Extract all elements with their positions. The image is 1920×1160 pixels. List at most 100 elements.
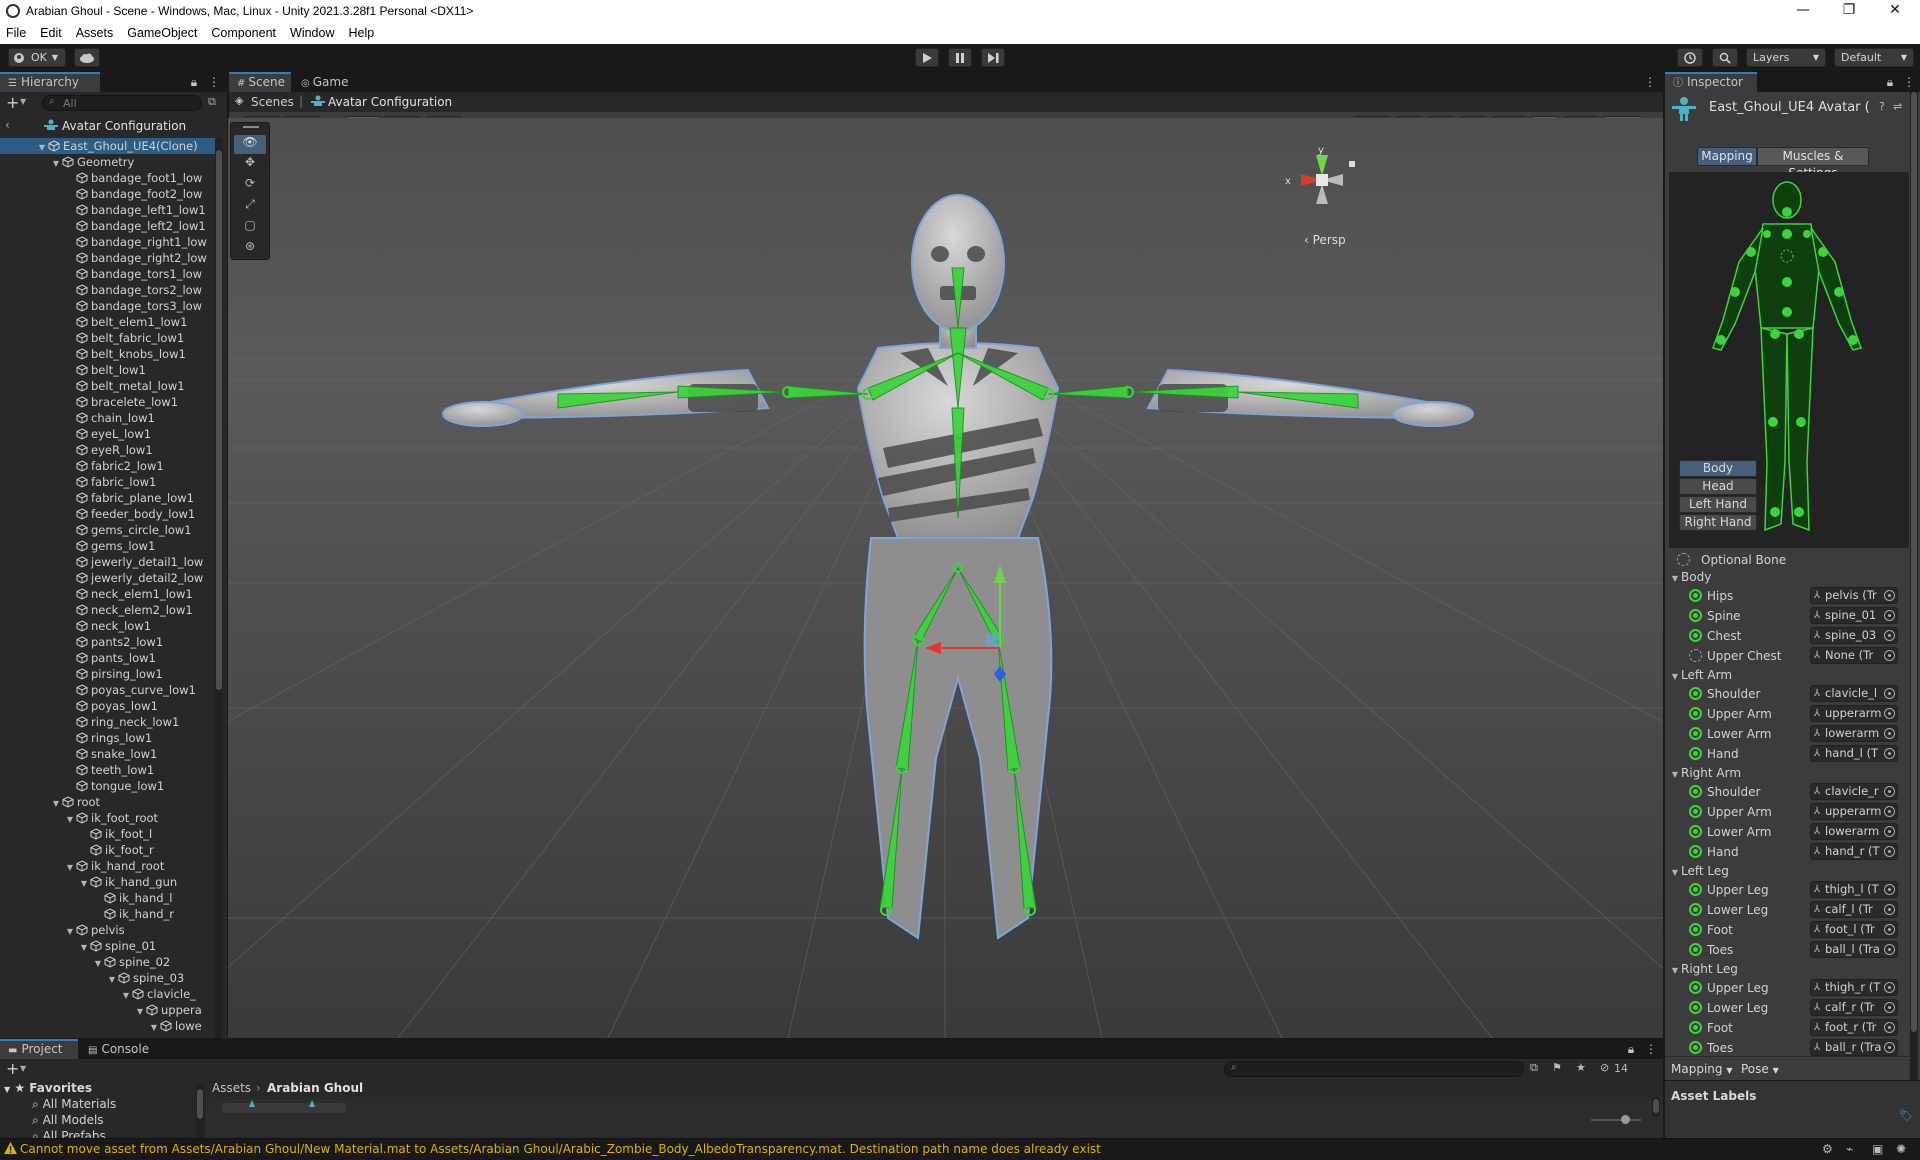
- foldout-arrow-icon[interactable]: ▼: [106, 972, 118, 986]
- object-picker-icon[interactable]: [1884, 688, 1895, 699]
- hierarchy-row[interactable]: ik_foot_l: [0, 826, 217, 842]
- hierarchy-row[interactable]: belt_fabric_low1: [0, 330, 217, 346]
- thumbnail-size-slider[interactable]: [1591, 1115, 1641, 1124]
- close-button[interactable]: ✕: [1872, 0, 1918, 22]
- object-picker-icon[interactable]: [1884, 610, 1895, 621]
- bone-object-field[interactable]: ⅄ ball_l (Tra: [1810, 941, 1898, 958]
- bone-object-field[interactable]: ⅄ upperarm: [1810, 803, 1898, 820]
- inspector-scrollbar[interactable]: [1910, 92, 1918, 1092]
- scene-filter-icon[interactable]: ⧉: [208, 95, 216, 109]
- scrollbar-thumb[interactable]: [1911, 92, 1917, 1032]
- bone-object-field[interactable]: ⅄ lowerarm: [1810, 725, 1898, 742]
- pose-dropdown[interactable]: Pose ▼: [1741, 1062, 1779, 1076]
- hierarchy-row[interactable]: ik_foot_r: [0, 842, 217, 858]
- hierarchy-row[interactable]: gems_low1: [0, 538, 217, 554]
- favorite-all-prefabs[interactable]: ⌕ All Prefabs: [32, 1129, 106, 1138]
- object-picker-icon[interactable]: [1884, 806, 1895, 817]
- hierarchy-row[interactable]: gems_circle_low1: [0, 522, 217, 538]
- bone-object-field[interactable]: ⅄ foot_r (Tr: [1810, 1019, 1898, 1036]
- hierarchy-row[interactable]: ▼ clavicle_: [0, 986, 217, 1002]
- foldout-arrow-icon[interactable]: ▼: [78, 940, 90, 954]
- account-dropdown[interactable]: OK ▼: [8, 48, 66, 67]
- more-options-icon[interactable]: ⋮: [1645, 1042, 1657, 1056]
- hierarchy-search-input[interactable]: ⌕ All: [42, 95, 202, 111]
- lock-icon[interactable]: 🔒︎: [1885, 75, 1895, 89]
- hidden-packages-icon[interactable]: ⊘: [1600, 1061, 1609, 1074]
- object-picker-icon[interactable]: [1884, 786, 1895, 797]
- object-picker-icon[interactable]: [1884, 924, 1895, 935]
- menu-window[interactable]: Window: [290, 26, 334, 40]
- move-tool-icon[interactable]: ✥: [234, 155, 266, 174]
- hierarchy-row[interactable]: eyeL_low1: [0, 426, 217, 442]
- menu-file[interactable]: File: [6, 26, 26, 40]
- hierarchy-row[interactable]: ▼ root: [0, 794, 217, 810]
- project-search-input[interactable]: ⌕: [1224, 1061, 1524, 1077]
- body-part-left-hand-button[interactable]: Left Hand: [1679, 496, 1757, 513]
- hierarchy-row[interactable]: bandage_foot1_low: [0, 170, 217, 186]
- hierarchy-row[interactable]: ▼ East_Ghoul_UE4(Clone): [0, 138, 217, 154]
- hierarchy-row[interactable]: ▼ spine_01: [0, 938, 217, 954]
- tab-console[interactable]: ▤ Console: [80, 1039, 158, 1059]
- bone-object-field[interactable]: ⅄ calf_r (Tr: [1810, 999, 1898, 1016]
- cache-icon[interactable]: ▣: [1872, 1139, 1883, 1159]
- menu-assets[interactable]: Assets: [76, 26, 114, 40]
- object-picker-icon[interactable]: [1884, 846, 1895, 857]
- hierarchy-row[interactable]: belt_knobs_low1: [0, 346, 217, 362]
- scene-render[interactable]: y x ‹ Persp: [228, 118, 1663, 1038]
- hierarchy-row[interactable]: ▼ spine_02: [0, 954, 217, 970]
- bone-object-field[interactable]: ⅄ lowerarm: [1810, 823, 1898, 840]
- tab-inspector[interactable]: ⓘ Inspector: [1665, 72, 1757, 92]
- hierarchy-row[interactable]: ▼ lowe: [0, 1018, 217, 1034]
- body-part-right-hand-button[interactable]: Right Hand: [1679, 514, 1757, 531]
- hierarchy-row[interactable]: bandage_tors2_low: [0, 282, 217, 298]
- hierarchy-row[interactable]: bandage_left1_low1: [0, 202, 217, 218]
- progress-icon[interactable]: ⚙: [1822, 1139, 1833, 1159]
- add-icon[interactable]: +: [6, 93, 19, 112]
- object-picker-icon[interactable]: [1884, 1022, 1895, 1033]
- hierarchy-row[interactable]: ik_hand_l: [0, 890, 217, 906]
- foldout-arrow-icon[interactable]: ▼: [64, 812, 76, 826]
- hierarchy-row[interactable]: ik_hand_r: [0, 906, 217, 922]
- body-part-body-button[interactable]: Body: [1679, 460, 1757, 477]
- hierarchy-row[interactable]: belt_low1: [0, 362, 217, 378]
- hierarchy-row[interactable]: bandage_tors3_low: [0, 298, 217, 314]
- scene-viewport[interactable]: y x ‹ Persp 👁︎ ✥ ⟳ ⤢ ▢ ⊛: [228, 118, 1663, 1038]
- mapping-tab[interactable]: Mapping: [1697, 147, 1757, 166]
- bone-object-field[interactable]: ⅄ None (Tr: [1810, 647, 1898, 664]
- hierarchy-row[interactable]: bandage_right2_low: [0, 250, 217, 266]
- back-arrow-icon[interactable]: ‹: [5, 118, 10, 132]
- asset-thumbnail-strip[interactable]: ♟ ♟: [222, 1100, 346, 1113]
- minimize-button[interactable]: —: [1780, 0, 1826, 22]
- favorite-all-materials[interactable]: ⌕ All Materials: [32, 1097, 116, 1112]
- tab-game[interactable]: ◎ Game: [293, 72, 355, 92]
- slider-thumb[interactable]: [1621, 1115, 1630, 1124]
- hierarchy-row[interactable]: ▼ ik_foot_root: [0, 810, 217, 826]
- hierarchy-scrollbar[interactable]: [215, 138, 223, 1038]
- hierarchy-row[interactable]: tongue_low1: [0, 778, 217, 794]
- bone-group-foldout[interactable]: ▼ Right Leg: [1669, 960, 1738, 978]
- foldout-arrow-icon[interactable]: ▼: [36, 140, 48, 154]
- hierarchy-row[interactable]: pants_low1: [0, 650, 217, 666]
- hierarchy-row[interactable]: bandage_tors1_low: [0, 266, 217, 282]
- cloud-button[interactable]: [74, 48, 100, 67]
- foldout-arrow-icon[interactable]: ▼: [92, 956, 104, 970]
- drag-handle-icon[interactable]: [243, 126, 259, 128]
- favorites-header[interactable]: ▼ ★ Favorites: [4, 1081, 92, 1097]
- favorite-all-models[interactable]: ⌕ All Models: [32, 1113, 104, 1128]
- step-button[interactable]: [981, 48, 1005, 67]
- hierarchy-row[interactable]: ring_neck_low1: [0, 714, 217, 730]
- object-picker-icon[interactable]: [1884, 728, 1895, 739]
- hierarchy-row[interactable]: belt_metal_low1: [0, 378, 217, 394]
- bone-group-foldout[interactable]: ▼ Body: [1669, 568, 1711, 586]
- bone-object-field[interactable]: ⅄ thigh_l (T: [1810, 881, 1898, 898]
- menu-component[interactable]: Component: [211, 26, 276, 40]
- assets-scrollbar[interactable]: [1652, 1097, 1660, 1117]
- foldout-arrow-icon[interactable]: ▼: [64, 924, 76, 938]
- bone-object-field[interactable]: ⅄ hand_l (T: [1810, 745, 1898, 762]
- chevron-down-icon[interactable]: ▼: [20, 97, 26, 106]
- hierarchy-row[interactable]: rings_low1: [0, 730, 217, 746]
- hierarchy-row[interactable]: pirsing_low1: [0, 666, 217, 682]
- bone-object-field[interactable]: ⅄ spine_01: [1810, 607, 1898, 624]
- tab-hierarchy[interactable]: ☰ Hierarchy: [0, 72, 100, 92]
- hierarchy-row[interactable]: belt_elem1_low1: [0, 314, 217, 330]
